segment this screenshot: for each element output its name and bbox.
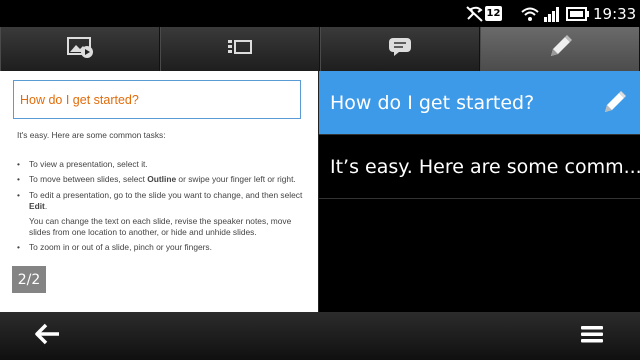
slide-bullet: To zoom in or out of a slide, pinch or y… — [17, 242, 312, 253]
menu-icon — [580, 324, 604, 348]
outline-panel: How do I get started? It’s easy. Here ar… — [318, 71, 640, 312]
clock: 19:33 — [593, 4, 637, 23]
tab-slideshow[interactable] — [0, 27, 160, 71]
status-bar: 12 19:33 — [0, 0, 640, 27]
battery-icon — [566, 0, 592, 27]
slide-title-box[interactable]: How do I get started? — [13, 80, 301, 119]
signal-icon — [543, 0, 563, 27]
outline-item-label: It’s easy. Here are some comm... — [330, 155, 640, 178]
slide-title: How do I get started? — [20, 92, 139, 107]
tab-notes[interactable] — [320, 27, 480, 71]
mute-icon — [465, 0, 487, 27]
page-indicator: 2/2 — [12, 266, 46, 293]
slide-sub-text: You can change the text on each slide, r… — [29, 216, 292, 238]
tab-outline[interactable] — [160, 27, 320, 71]
edit-icon — [546, 33, 574, 65]
wifi-icon — [520, 0, 542, 27]
pencil-icon[interactable] — [600, 89, 628, 122]
bottom-bar — [0, 312, 640, 360]
menu-button[interactable] — [572, 322, 612, 350]
outline-item-label: How do I get started? — [330, 91, 535, 114]
notes-icon — [388, 37, 412, 61]
slide-intro: It's easy. Here are some common tasks: — [17, 130, 166, 140]
slide-body: It's easy. Here are some common tasks: T… — [17, 130, 312, 258]
slide-bullet: To move between slides, select Outline o… — [17, 174, 312, 185]
slideshow-icon — [66, 36, 94, 62]
back-arrow-icon — [35, 323, 61, 349]
tab-edit[interactable] — [480, 27, 640, 71]
toolbar — [0, 27, 640, 71]
outline-item-title[interactable]: How do I get started? — [319, 71, 640, 135]
slide-preview[interactable]: How do I get started? It's easy. Here ar… — [0, 71, 318, 312]
outline-icon — [227, 38, 253, 60]
slide-bullet: To edit a presentation, go to the slide … — [17, 190, 312, 212]
outline-item-body[interactable]: It’s easy. Here are some comm... — [319, 135, 640, 199]
sim-badge: 12 — [485, 6, 502, 21]
back-button[interactable] — [28, 322, 68, 350]
slide-bullet: To view a presentation, select it. — [17, 159, 312, 170]
